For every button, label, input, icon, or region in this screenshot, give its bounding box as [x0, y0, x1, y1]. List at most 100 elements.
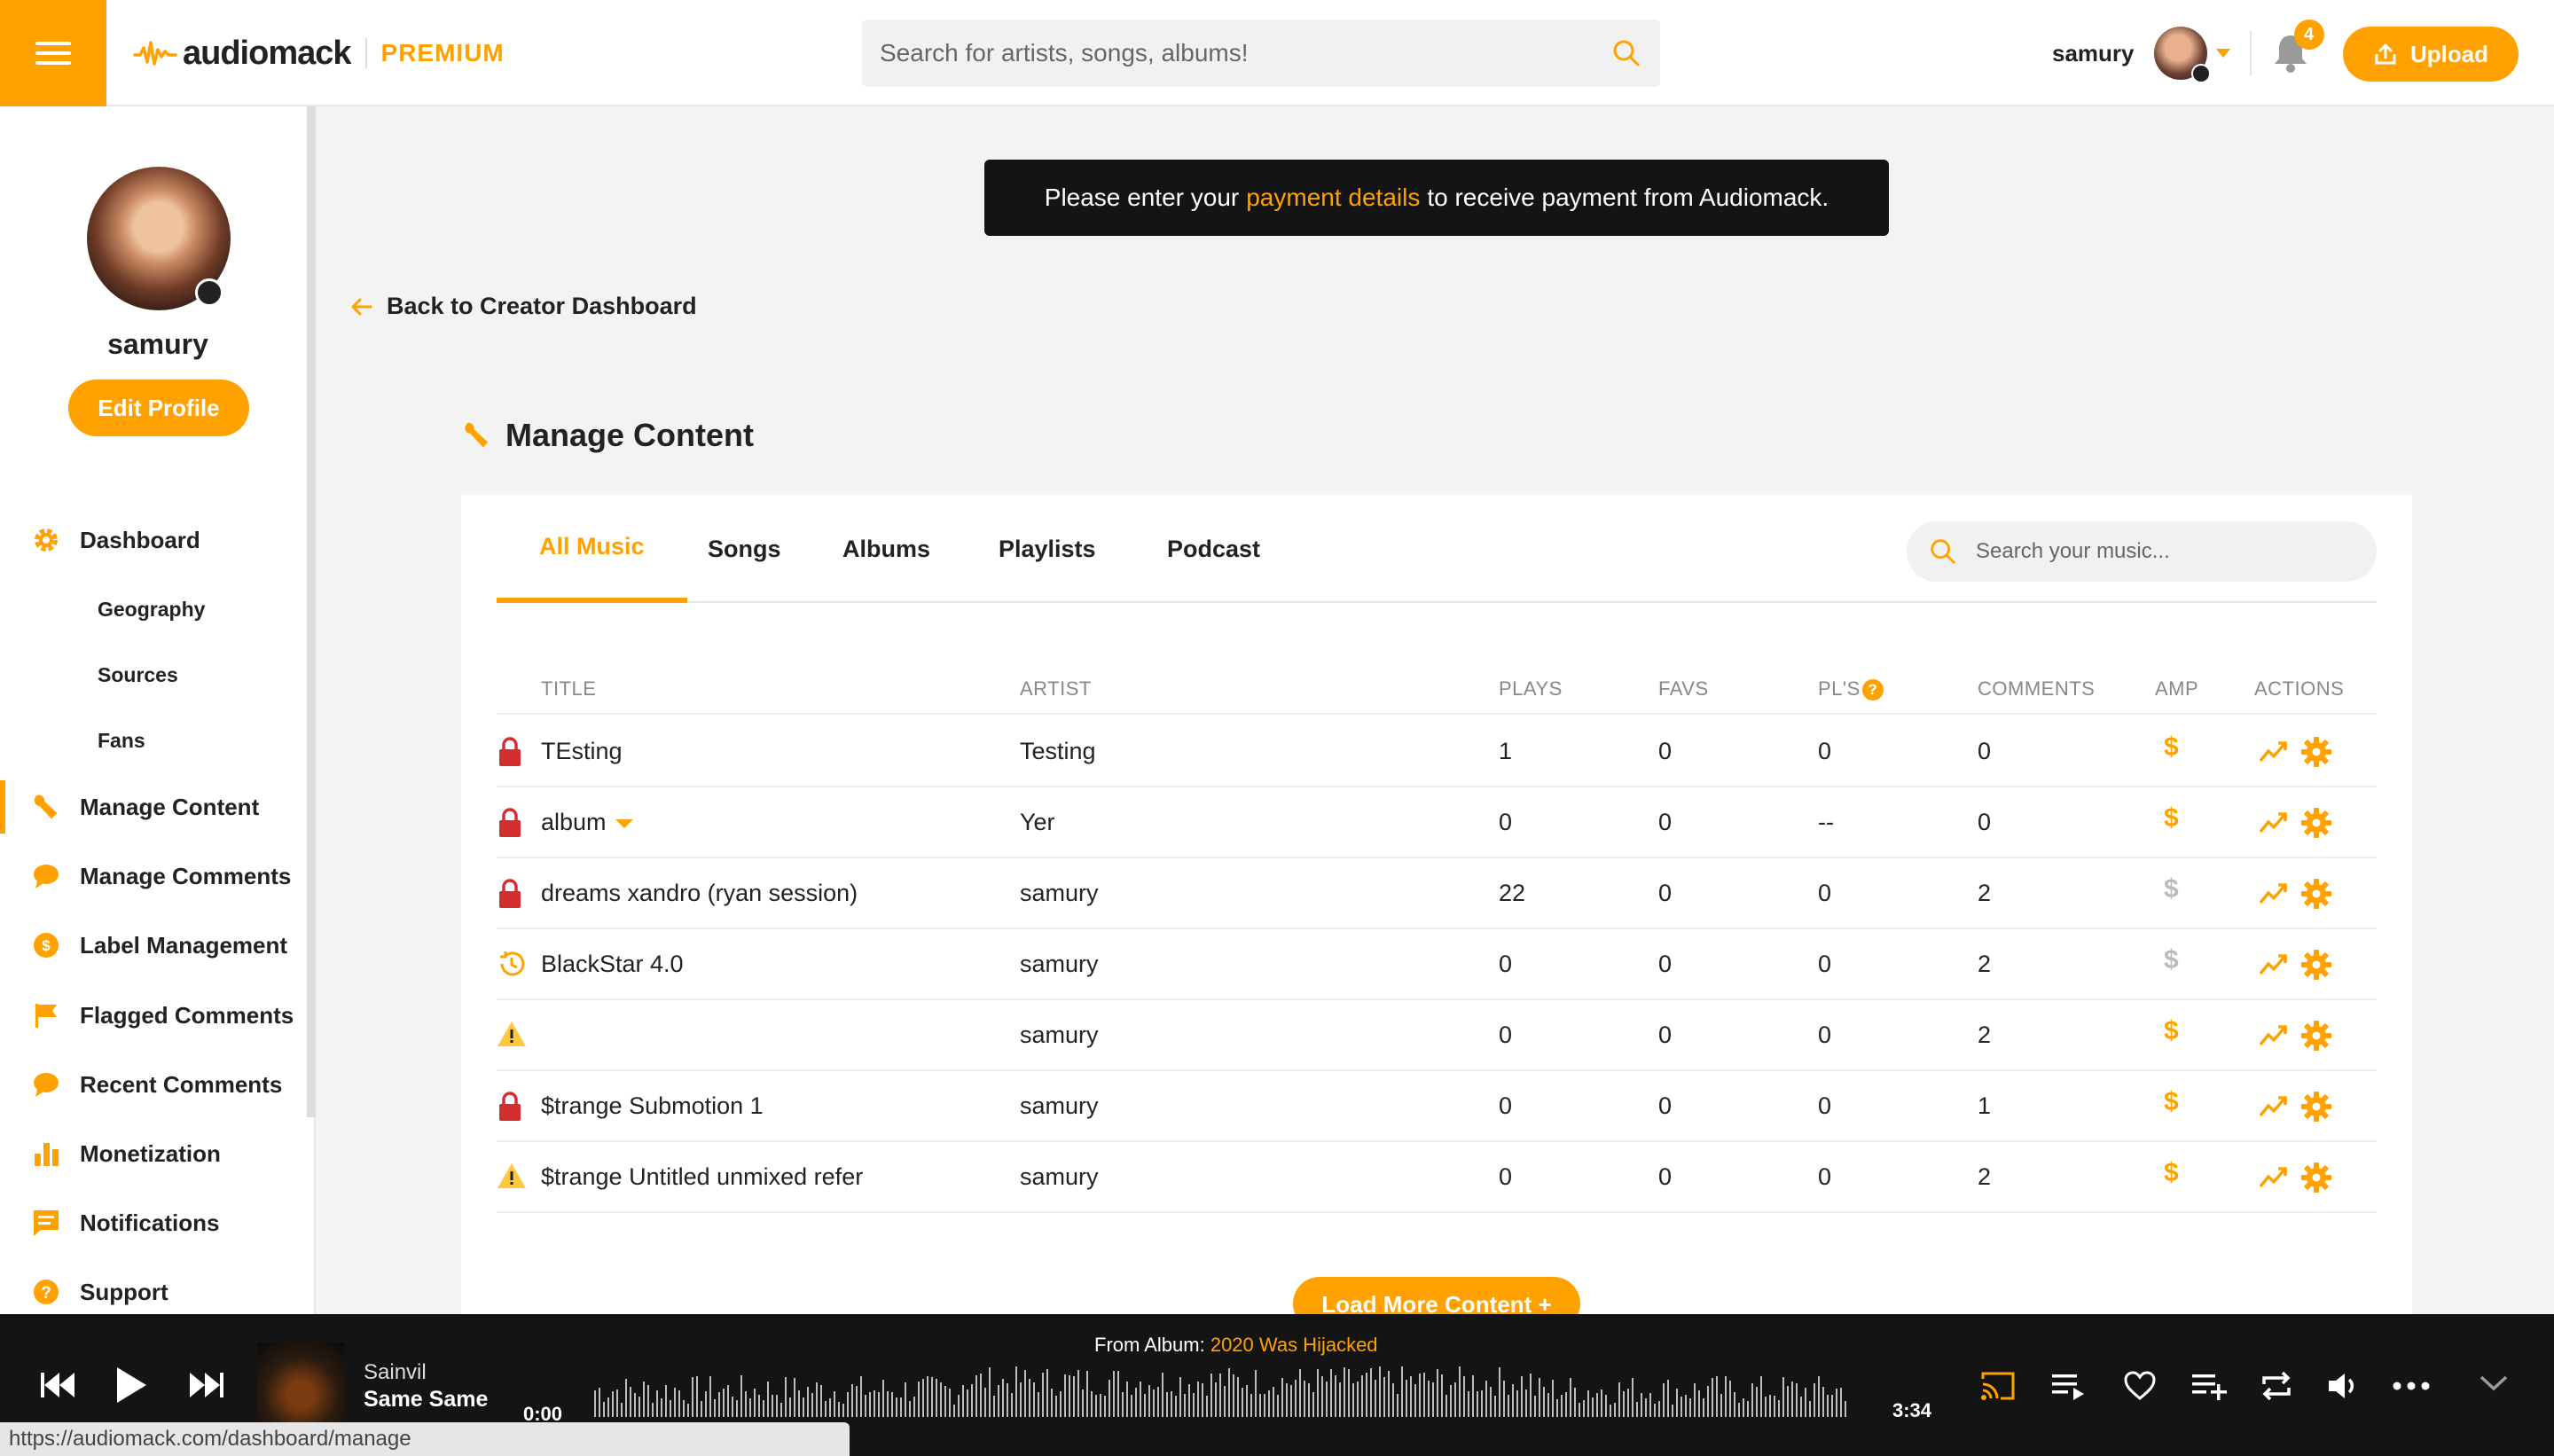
table-row[interactable]: TEsting Testing 1 0 0 0 $	[497, 716, 2377, 787]
title-cell[interactable]: BlackStar 4.0	[541, 951, 684, 978]
tab-playlists[interactable]: Playlists	[956, 495, 1139, 603]
lock-icon	[497, 1091, 527, 1123]
more-options-button[interactable]	[2391, 1366, 2432, 1406]
repeat-button[interactable]	[2256, 1366, 2297, 1406]
favs-cell: 0	[1658, 1163, 1673, 1190]
sidebar-item-notifications[interactable]: Notifications	[0, 1196, 307, 1249]
dollar-icon[interactable]: $	[2164, 1016, 2179, 1046]
tab-all-music[interactable]: All Music	[497, 495, 687, 603]
sidebar-item-monetization[interactable]: Monetization	[0, 1127, 307, 1180]
track-artist[interactable]: Sainvil	[364, 1360, 427, 1385]
stats-chart-icon[interactable]	[2258, 949, 2290, 981]
column-header-artist[interactable]: ARTIST	[1020, 677, 1092, 701]
column-header-favs[interactable]: FAVS	[1658, 677, 1709, 701]
add-to-playlist-button[interactable]	[2189, 1366, 2229, 1406]
back-to-dashboard-link[interactable]: Back to Creator Dashboard	[351, 293, 697, 320]
dollar-icon[interactable]: $	[2164, 1087, 2179, 1117]
music-search-input[interactable]	[1976, 539, 2355, 564]
stats-chart-icon[interactable]	[2258, 1162, 2290, 1194]
tab-podcast[interactable]: Podcast	[1124, 495, 1303, 603]
sidebar-item-dashboard[interactable]: Dashboard	[0, 513, 307, 567]
playlists-cell: 0	[1818, 1092, 1832, 1119]
favs-cell: 0	[1658, 1022, 1673, 1048]
table-row[interactable]: $trange Submotion 1 samury 0 0 0 1 $	[497, 1071, 2377, 1142]
stats-chart-icon[interactable]	[2258, 878, 2290, 910]
track-title[interactable]: Same Same	[364, 1387, 488, 1413]
sidebar-item-manage-content[interactable]: Manage Content	[0, 780, 307, 834]
collapse-player-button[interactable]	[2476, 1366, 2511, 1401]
playlists-cell: 0	[1818, 738, 1832, 764]
gear-icon[interactable]	[2300, 807, 2332, 839]
next-track-button[interactable]	[183, 1364, 229, 1406]
sidebar-scrollbar[interactable]	[307, 106, 316, 1117]
gear-icon[interactable]	[2300, 949, 2332, 981]
stats-chart-icon[interactable]	[2258, 736, 2290, 768]
gear-icon[interactable]	[2300, 1162, 2332, 1194]
search-icon[interactable]	[1610, 37, 1642, 69]
sidebar-item-recent-comments[interactable]: Recent Comments	[0, 1058, 307, 1111]
tab-albums[interactable]: Albums	[800, 495, 973, 603]
stats-chart-icon[interactable]	[2258, 1020, 2290, 1052]
artist-cell: samury	[1020, 1022, 1099, 1048]
dollar-icon[interactable]: $	[2164, 945, 2179, 975]
title-cell[interactable]: TEsting	[541, 738, 623, 765]
artist-cell: Yer	[1020, 809, 1055, 835]
profile-avatar[interactable]	[87, 167, 231, 310]
sidebar-item-sources[interactable]: Sources	[0, 648, 307, 701]
sidebar-item-geography[interactable]: Geography	[0, 583, 307, 636]
sidebar-item-manage-comments[interactable]: Manage Comments	[0, 849, 307, 903]
audiomack-logo[interactable]: audiomack PREMIUM	[133, 30, 505, 76]
sidebar-item-support[interactable]: ? Support	[0, 1265, 307, 1319]
album-art[interactable]	[257, 1342, 344, 1429]
notifications-button[interactable]: 4	[2271, 20, 2324, 74]
album-link[interactable]: 2020 Was Hijacked	[1210, 1334, 1378, 1356]
user-dropdown-caret-icon[interactable]	[2215, 49, 2230, 58]
column-header-pls[interactable]: PL'S?	[1818, 677, 1884, 701]
column-header-title[interactable]: TITLE	[541, 677, 596, 701]
table-row[interactable]: $trange Untitled unmixed refer samury 0 0 0 2…	[497, 1142, 2377, 1213]
stats-chart-icon[interactable]	[2258, 1091, 2290, 1123]
title-cell[interactable]: dreams xandro (ryan session)	[541, 880, 858, 907]
previous-track-button[interactable]	[35, 1364, 82, 1406]
dollar-icon[interactable]: $	[2164, 803, 2179, 834]
gear-icon[interactable]	[2300, 736, 2332, 768]
header-username[interactable]: samury	[2052, 40, 2135, 67]
title-cell[interactable]: $trange Submotion 1	[541, 1092, 764, 1120]
title-cell[interactable]: $trange Untitled unmixed refer	[541, 1163, 863, 1191]
title-cell[interactable]: album	[541, 809, 633, 836]
table-row[interactable]: album Yer 0 0 -- 0 $	[497, 787, 2377, 858]
sidebar-item-label: Dashboard	[80, 526, 200, 553]
global-search-input[interactable]	[880, 39, 1610, 67]
upload-button[interactable]: Upload	[2343, 27, 2519, 82]
edit-profile-button[interactable]: Edit Profile	[68, 380, 249, 436]
play-button[interactable]	[110, 1360, 153, 1410]
table-row[interactable]: dreams xandro (ryan session) samury 22 0 0 2 $	[497, 858, 2377, 929]
volume-button[interactable]	[2323, 1366, 2364, 1406]
hamburger-menu-button[interactable]	[0, 0, 106, 106]
column-header-plays[interactable]: PLAYS	[1499, 677, 1563, 701]
sidebar-item-fans[interactable]: Fans	[0, 714, 307, 767]
gear-icon[interactable]	[2300, 878, 2332, 910]
sidebar-item-flagged-comments[interactable]: Flagged Comments	[0, 989, 307, 1042]
column-header-comments[interactable]: COMMENTS	[1978, 677, 2095, 701]
gear-icon[interactable]	[2300, 1020, 2332, 1052]
table-row[interactable]: BlackStar 4.0 samury 0 0 0 2 $	[497, 929, 2377, 1000]
gear-icon[interactable]	[2300, 1091, 2332, 1123]
header-avatar[interactable]	[2153, 27, 2211, 83]
dollar-icon[interactable]: $	[2164, 1158, 2179, 1188]
queue-button[interactable]	[2049, 1366, 2089, 1406]
cast-button[interactable]	[1978, 1366, 2018, 1406]
header-divider	[2249, 31, 2252, 75]
help-icon[interactable]: ?	[1861, 679, 1884, 701]
dollar-icon[interactable]: $	[2164, 732, 2179, 763]
lock-icon	[497, 736, 527, 768]
repeat-icon	[2262, 1371, 2291, 1401]
sidebar-item-label: Support	[80, 1278, 168, 1305]
expand-caret-icon[interactable]	[615, 818, 633, 828]
dollar-icon[interactable]: $	[2164, 874, 2179, 904]
favorite-button[interactable]	[2119, 1366, 2160, 1406]
table-row[interactable]: samury 0 0 0 2 $	[497, 1000, 2377, 1071]
stats-chart-icon[interactable]	[2258, 807, 2290, 839]
payment-details-link[interactable]: payment details	[1246, 184, 1420, 212]
sidebar-item-label-management[interactable]: $ Label Management	[0, 919, 307, 972]
